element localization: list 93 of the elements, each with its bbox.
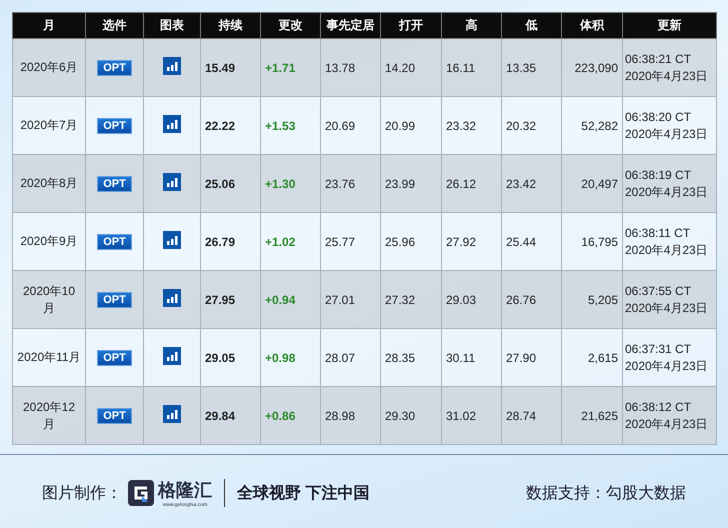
- table-cell: 06:38:19 CT 2020年4月23日: [622, 154, 716, 212]
- table-cell: 20.69: [320, 96, 380, 154]
- table-cell: 23.76: [320, 154, 380, 212]
- column-header: 持续: [200, 12, 260, 38]
- table-cell: 15.49: [200, 38, 260, 96]
- table-cell: 06:37:55 CT 2020年4月23日: [622, 270, 716, 328]
- table-cell: +1.02: [260, 212, 320, 270]
- table-cell: 29.05: [200, 328, 260, 386]
- opt-button[interactable]: OPT: [97, 60, 132, 76]
- bar-chart-icon[interactable]: [163, 289, 181, 307]
- bar-chart-icon[interactable]: [163, 231, 181, 249]
- table-cell: 25.44: [502, 212, 562, 270]
- opt-button[interactable]: OPT: [97, 350, 132, 366]
- bar-chart-icon[interactable]: [163, 173, 181, 191]
- opt-button[interactable]: OPT: [97, 176, 132, 192]
- table-cell: 20.32: [502, 96, 562, 154]
- table-cell: 06:38:12 CT 2020年4月23日: [622, 386, 716, 444]
- column-header: 低: [502, 12, 562, 38]
- table-cell: 20,497: [562, 154, 622, 212]
- column-header: 高: [442, 12, 502, 38]
- made-by-label: 图片制作：: [42, 484, 122, 504]
- slogan: 全球视野 下注中国: [237, 483, 370, 504]
- table-cell: +0.94: [260, 270, 320, 328]
- table-cell: 23.32: [442, 96, 502, 154]
- table-cell: 06:38:20 CT 2020年4月23日: [622, 96, 716, 154]
- column-header: 更改: [260, 12, 320, 38]
- table-cell: +0.98: [260, 328, 320, 386]
- data-source-label: 数据支持：勾股大数据: [526, 484, 686, 504]
- table-cell: 29.03: [442, 270, 502, 328]
- table-cell: 25.06: [200, 154, 260, 212]
- column-header: 选件: [86, 12, 144, 38]
- table-cell: 29.30: [380, 386, 442, 444]
- table-cell: 28.98: [320, 386, 380, 444]
- table-cell: 223,090: [562, 38, 622, 96]
- table-cell: 27.32: [380, 270, 442, 328]
- column-header: 体积: [562, 12, 622, 38]
- table-cell: 2020年7月: [12, 96, 86, 154]
- table-cell: 21,625: [562, 386, 622, 444]
- table-cell: +0.86: [260, 386, 320, 444]
- table-cell: 13.78: [320, 38, 380, 96]
- column-header: 月: [12, 12, 86, 38]
- table-cell: 14.20: [380, 38, 442, 96]
- column-header: 事先定居: [320, 12, 380, 38]
- opt-button[interactable]: OPT: [97, 408, 132, 424]
- opt-button[interactable]: OPT: [97, 292, 132, 308]
- bar-chart-icon[interactable]: [163, 115, 181, 133]
- column-header: 打开: [380, 12, 442, 38]
- table-cell: 27.01: [320, 270, 380, 328]
- table-cell: 52,282: [562, 96, 622, 154]
- table-cell: 31.02: [442, 386, 502, 444]
- table-cell: 2020年12月: [12, 386, 86, 444]
- table-cell: 16.11: [442, 38, 502, 96]
- table-cell: 26.12: [442, 154, 502, 212]
- table-cell: 27.92: [442, 212, 502, 270]
- table-cell: 5,205: [562, 270, 622, 328]
- table-cell: 25.96: [380, 212, 442, 270]
- table-cell: 2020年11月: [12, 328, 86, 386]
- column-header: 更新: [622, 12, 716, 38]
- table-cell: 2,615: [562, 328, 622, 386]
- table-cell: 2020年6月: [12, 38, 86, 96]
- table-cell: 06:38:11 CT 2020年4月23日: [622, 212, 716, 270]
- table-cell: 06:37:31 CT 2020年4月23日: [622, 328, 716, 386]
- table-cell: 2020年9月: [12, 212, 86, 270]
- table-cell: 23.99: [380, 154, 442, 212]
- table-cell: 23.42: [502, 154, 562, 212]
- table-cell: +1.71: [260, 38, 320, 96]
- table-cell: 28.35: [380, 328, 442, 386]
- table-cell: 13.35: [502, 38, 562, 96]
- table-cell: 2020年8月: [12, 154, 86, 212]
- logo-name: 格隆汇: [158, 479, 212, 502]
- logo-icon: [128, 480, 154, 506]
- column-header: 图表: [144, 12, 200, 38]
- table-cell: 26.79: [200, 212, 260, 270]
- table-cell: 2020年10月: [12, 270, 86, 328]
- table-cell: 30.11: [442, 328, 502, 386]
- table-cell: 16,795: [562, 212, 622, 270]
- table-cell: 20.99: [380, 96, 442, 154]
- table-cell: 28.74: [502, 386, 562, 444]
- table-cell: +1.53: [260, 96, 320, 154]
- table-cell: 25.77: [320, 212, 380, 270]
- bar-chart-icon[interactable]: [163, 405, 181, 423]
- table-cell: 26.76: [502, 270, 562, 328]
- opt-button[interactable]: OPT: [97, 118, 132, 134]
- table-cell: 27.90: [502, 328, 562, 386]
- table-cell: 22.22: [200, 96, 260, 154]
- opt-button[interactable]: OPT: [97, 234, 132, 250]
- bar-chart-icon[interactable]: [163, 57, 181, 75]
- table-cell: 28.07: [320, 328, 380, 386]
- table-cell: 27.95: [200, 270, 260, 328]
- table-cell: 29.84: [200, 386, 260, 444]
- table-cell: 06:38:21 CT 2020年4月23日: [622, 38, 716, 96]
- bar-chart-icon[interactable]: [163, 347, 181, 365]
- table-cell: +1.30: [260, 154, 320, 212]
